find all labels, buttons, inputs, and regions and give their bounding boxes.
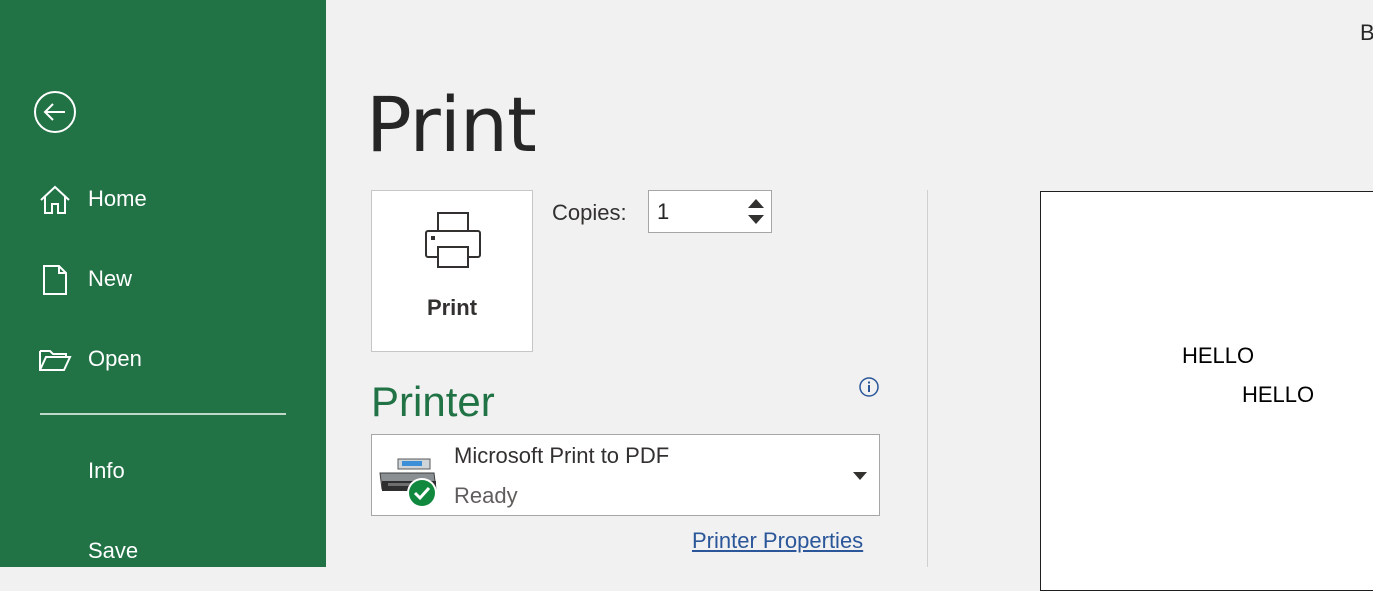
home-icon xyxy=(40,185,70,214)
nav-item-label: Save xyxy=(88,538,139,563)
nav-item-save[interactable]: Save xyxy=(0,523,326,579)
decrement-arrow-icon[interactable] xyxy=(745,212,767,228)
back-button[interactable] xyxy=(33,90,77,134)
print-button-label: Print xyxy=(426,295,478,320)
back-arrow-circle-icon xyxy=(34,91,76,133)
new-document-icon xyxy=(43,265,67,295)
nav-item-label: New xyxy=(88,266,133,291)
panel-divider xyxy=(927,190,928,567)
backstage-sidebar: Home New Open Info Save xyxy=(0,0,326,567)
copies-stepper xyxy=(648,190,772,233)
nav-item-label: Info xyxy=(88,458,125,483)
page-title: Print xyxy=(366,80,537,169)
print-preview-page: HELLO HELLO xyxy=(1040,191,1373,591)
printer-dropdown[interactable]: Microsoft Print to PDF Ready xyxy=(371,434,880,516)
chevron-down-icon xyxy=(853,472,867,480)
copies-input[interactable] xyxy=(655,197,739,227)
copies-label: Copies: xyxy=(552,200,627,225)
printer-ready-icon xyxy=(379,458,437,508)
printer-heading: Printer xyxy=(371,378,495,425)
nav-item-info[interactable]: Info xyxy=(0,443,326,499)
info-icon[interactable] xyxy=(858,376,880,398)
nav-item-new[interactable]: New xyxy=(0,251,326,307)
printer-name: Microsoft Print to PDF xyxy=(454,443,670,468)
preview-text-line: HELLO xyxy=(1242,382,1315,407)
nav-item-label: Open xyxy=(88,346,142,371)
nav-divider xyxy=(40,413,286,415)
nav-item-open[interactable]: Open xyxy=(0,331,326,387)
increment-arrow-icon[interactable] xyxy=(745,195,767,211)
printer-icon xyxy=(425,212,481,268)
header-clipped-text: B xyxy=(1360,20,1373,45)
printer-status: Ready xyxy=(454,483,518,508)
nav-item-home[interactable]: Home xyxy=(0,171,326,227)
print-button[interactable]: Print xyxy=(371,190,533,352)
preview-text-line: HELLO xyxy=(1182,343,1255,368)
nav-item-label: Home xyxy=(88,186,147,211)
open-folder-icon xyxy=(39,350,72,371)
printer-properties-link[interactable]: Printer Properties xyxy=(692,528,863,554)
